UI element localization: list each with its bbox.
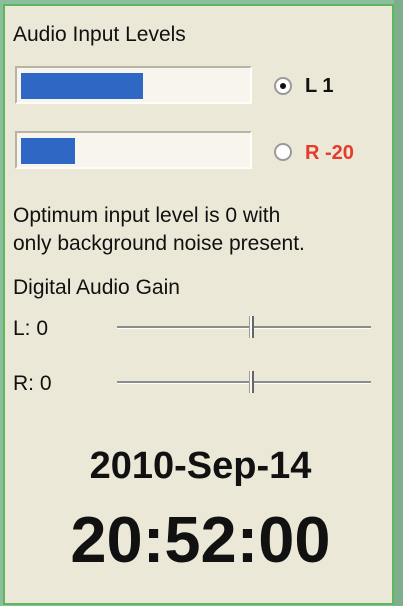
left-gain-slider-thumb[interactable] bbox=[249, 316, 254, 338]
left-gain-slider-track[interactable] bbox=[117, 326, 371, 329]
left-channel-radio[interactable] bbox=[274, 77, 292, 95]
left-level-meter bbox=[15, 66, 252, 104]
right-level-meter bbox=[15, 131, 252, 169]
left-channel-label: L 1 bbox=[305, 75, 334, 97]
left-level-fill bbox=[21, 73, 143, 99]
right-channel-label: R -20 bbox=[305, 142, 354, 164]
right-channel-radio[interactable] bbox=[274, 143, 292, 161]
audio-input-title: Audio Input Levels bbox=[13, 23, 186, 46]
right-gain-slider-thumb[interactable] bbox=[249, 371, 254, 393]
optimum-level-line-1: Optimum input level is 0 with bbox=[13, 204, 281, 227]
optimum-level-line-2: only background noise present. bbox=[13, 232, 305, 255]
left-gain-label: L: 0 bbox=[13, 317, 49, 340]
audio-panel: Audio Input Levels L 1 R -20 Optimum inp… bbox=[3, 4, 394, 605]
left-channel-radio-dot bbox=[280, 83, 286, 89]
clock-date: 2010-Sep-14 bbox=[89, 445, 312, 487]
right-level-fill bbox=[21, 138, 75, 164]
digital-gain-title: Digital Audio Gain bbox=[13, 276, 180, 299]
right-gain-label: R: 0 bbox=[13, 372, 52, 395]
right-gain-slider-track[interactable] bbox=[117, 381, 371, 384]
clock-time: 20:52:00 bbox=[70, 503, 331, 576]
